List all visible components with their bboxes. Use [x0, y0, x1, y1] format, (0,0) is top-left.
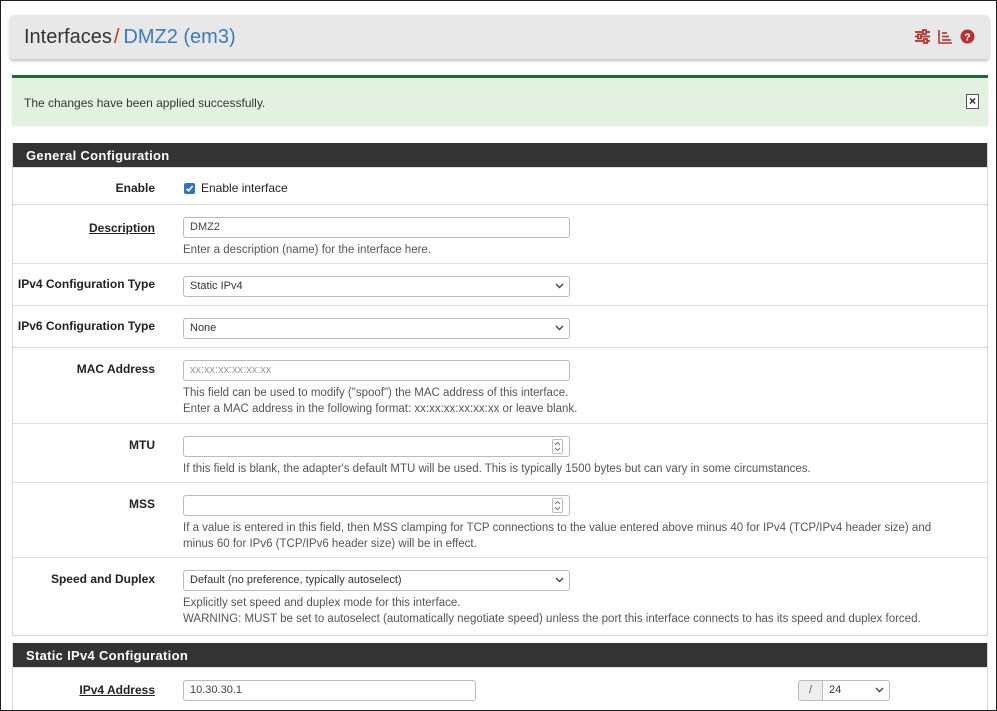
help-icon[interactable]: ? [960, 29, 975, 44]
ipv6-type-select[interactable]: None [183, 318, 570, 339]
speed-duplex-label: Speed and Duplex [50, 572, 155, 586]
mss-help-2: minus 60 for IPv6 (TCP/IPv6 header size)… [183, 538, 477, 550]
ipv4-address-input[interactable]: 10.30.30.1 [183, 680, 476, 701]
mac-address-row: MAC Address xx:xx:xx:xx:xx:xx This field… [13, 347, 987, 423]
static-ipv4-heading: Static IPv4 Configuration [13, 643, 987, 667]
chevron-down-icon [555, 281, 564, 293]
header-icons: ? [914, 29, 975, 44]
enable-checkbox[interactable] [184, 182, 195, 194]
mac-address-input[interactable]: xx:xx:xx:xx:xx:xx [183, 360, 570, 381]
ipv4-type-select[interactable]: Static IPv4 [183, 276, 570, 297]
mtu-help: If this field is blank, the adapter's de… [183, 463, 811, 475]
mtu-control [183, 436, 570, 457]
ipv4-address-row: IPv4 Address 10.30.30.1 / 24 [13, 667, 987, 710]
speed-duplex-row: Speed and Duplex Default (no preference,… [13, 557, 987, 633]
ipv4-type-row: IPv4 Configuration Type Static IPv4 [13, 263, 987, 305]
close-icon[interactable]: × [966, 94, 979, 109]
enable-checkbox-label: Enable interface [201, 181, 288, 195]
mss-input[interactable] [183, 495, 570, 516]
ipv4-address-control: 10.30.30.1 [183, 680, 476, 701]
general-configuration-heading: General Configuration [13, 143, 987, 167]
breadcrumb-root[interactable]: Interfaces [24, 26, 112, 48]
ipv4-type-selected: Static IPv4 [190, 280, 243, 292]
description-control: DMZ2 [183, 217, 570, 238]
chevron-down-icon [875, 685, 884, 697]
alert-message: The changes have been applied successful… [24, 96, 266, 110]
mac-address-control: xx:xx:xx:xx:xx:xx [183, 360, 570, 381]
sliders-icon[interactable] [914, 29, 931, 44]
speed-duplex-select[interactable]: Default (no preference, typically autose… [183, 570, 570, 591]
mss-row: MSS If a value is entered in this field,… [13, 482, 987, 557]
stepper-icon[interactable] [552, 498, 563, 513]
cidr-selected: 24 [829, 684, 842, 696]
mss-control [183, 495, 570, 516]
speed-duplex-help-2: WARNING: MUST be set to autoselect (auto… [183, 613, 921, 625]
mss-label: MSS [128, 497, 155, 511]
breadcrumb: Interfaces / DMZ2 (em3) [24, 26, 236, 49]
ipv4-type-label: IPv4 Configuration Type [17, 277, 155, 291]
chevron-down-icon [555, 323, 564, 335]
description-row: Description DMZ2 Enter a description (na… [13, 204, 987, 263]
mss-help-1: If a value is entered in this field, the… [183, 522, 932, 534]
page-header: Interfaces / DMZ2 (em3) ? [10, 15, 989, 59]
chevron-down-icon [555, 575, 564, 587]
enable-checkbox-wrap[interactable]: Enable interface [184, 181, 288, 195]
description-label: Description [88, 221, 155, 235]
list-chart-icon[interactable] [938, 29, 953, 44]
mac-address-help-2: Enter a MAC address in the following for… [183, 403, 578, 415]
cidr-separator: / [798, 680, 822, 701]
enable-row: Enable Enable interface [13, 167, 987, 204]
speed-duplex-control: Default (no preference, typically autose… [183, 570, 570, 591]
mtu-input[interactable] [183, 436, 570, 457]
mac-address-help-1: This field can be used to modify ("spoof… [183, 387, 569, 399]
ipv6-type-selected: None [190, 322, 217, 334]
mac-address-label: MAC Address [76, 362, 155, 376]
general-configuration-panel: General Configuration Enable Enable inte… [12, 143, 988, 636]
ipv4-type-control: Static IPv4 [183, 276, 570, 297]
page-frame: Interfaces / DMZ2 (em3) ? The changes ha… [0, 0, 997, 711]
breadcrumb-current[interactable]: DMZ2 (em3) [123, 26, 235, 48]
svg-text:?: ? [964, 31, 970, 43]
static-ipv4-panel: Static IPv4 Configuration IPv4 Address 1… [12, 643, 988, 710]
ipv6-type-row: IPv6 Configuration Type None [13, 305, 987, 347]
description-help: Enter a description (name) for the inter… [183, 244, 432, 256]
cidr-select[interactable]: 24 [822, 680, 890, 701]
ipv6-type-control: None [183, 318, 570, 339]
enable-label: Enable [115, 181, 155, 195]
success-alert: The changes have been applied successful… [12, 75, 988, 125]
ipv4-address-label: IPv4 Address [79, 683, 155, 697]
stepper-icon[interactable] [552, 439, 563, 454]
description-input[interactable]: DMZ2 [183, 217, 570, 238]
speed-duplex-help-1: Explicitly set speed and duplex mode for… [183, 597, 461, 609]
mtu-row: MTU If this field is blank, the adapter'… [13, 423, 987, 482]
breadcrumb-separator: / [113, 26, 120, 48]
speed-duplex-selected: Default (no preference, typically autose… [190, 574, 402, 586]
ipv6-type-label: IPv6 Configuration Type [17, 319, 155, 333]
mtu-label: MTU [129, 438, 155, 452]
